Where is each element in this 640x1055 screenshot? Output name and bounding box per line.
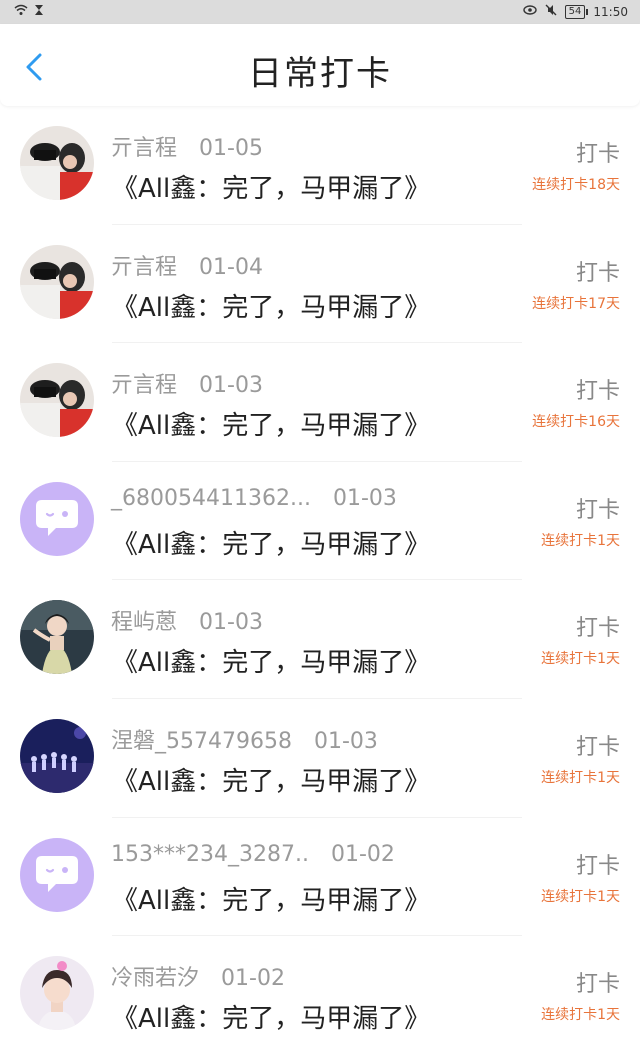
list-item: 亓言程 01-04 《All鑫：完了，马甲漏了》 打卡 连续打卡17天 — [0, 225, 640, 344]
hourglass-icon — [34, 4, 44, 19]
user-name[interactable]: 涅磐_557479658 — [111, 729, 292, 754]
checkin-button[interactable]: 打卡 — [576, 492, 620, 524]
book-title[interactable]: 《All鑫：完了，马甲漏了》 — [112, 168, 430, 205]
item-meta: 153***234_3287.. 01-02 — [111, 842, 395, 867]
status-right: 54 11:50 — [522, 4, 628, 19]
avatar[interactable] — [20, 481, 94, 556]
user-name[interactable]: 亓言程 — [111, 136, 177, 161]
streak-label: 连续打卡1天 — [541, 769, 620, 786]
wifi-icon — [14, 4, 28, 19]
user-name[interactable]: 程屿蒽 — [111, 610, 177, 635]
user-name[interactable]: _680054411362... — [111, 486, 311, 511]
status-bar: 54 11:50 — [0, 0, 640, 24]
clock-time: 11:50 — [593, 4, 628, 19]
book-title[interactable]: 《All鑫：完了，马甲漏了》 — [112, 405, 430, 442]
book-title[interactable]: 《All鑫：完了，马甲漏了》 — [112, 761, 430, 798]
streak-label: 连续打卡1天 — [541, 888, 620, 905]
book-title[interactable]: 《All鑫：完了，马甲漏了》 — [112, 524, 430, 561]
item-meta: 亓言程 01-04 — [111, 249, 263, 281]
item-meta: 亓言程 01-05 — [111, 130, 263, 162]
checkin-date: 01-03 — [199, 610, 263, 636]
avatar[interactable] — [20, 126, 94, 200]
checkin-date: 01-02 — [221, 966, 285, 992]
list-item: 153***234_3287.. 01-02 《All鑫：完了，马甲漏了》 打卡 … — [0, 818, 640, 937]
list-item: 亓言程 01-03 《All鑫：完了，马甲漏了》 打卡 连续打卡16天 — [0, 343, 640, 462]
checkin-button[interactable]: 打卡 — [576, 966, 620, 998]
chat-bubble-icon — [20, 481, 94, 556]
streak-label: 连续打卡1天 — [541, 1007, 620, 1024]
avatar[interactable] — [20, 363, 94, 438]
item-meta: 亓言程 01-03 — [111, 367, 263, 399]
checkin-list: 亓言程 01-05 《All鑫：完了，马甲漏了》 打卡 连续打卡18天 亓言程 01… — [0, 106, 640, 1055]
mute-icon — [545, 4, 557, 19]
checkin-button[interactable]: 打卡 — [576, 373, 620, 405]
avatar[interactable] — [20, 600, 94, 675]
avatar[interactable] — [20, 244, 94, 319]
streak-label: 连续打卡1天 — [541, 532, 620, 549]
avatar[interactable] — [20, 956, 94, 1031]
checkin-button[interactable]: 打卡 — [576, 848, 620, 880]
list-item: _680054411362... 01-03 《All鑫：完了，马甲漏了》 打卡 … — [0, 462, 640, 581]
checkin-date: 01-03 — [313, 728, 378, 754]
list-item: 程屿蒽 01-03 《All鑫：完了，马甲漏了》 打卡 连续打卡1天 — [0, 580, 640, 699]
book-title[interactable]: 《All鑫：完了，马甲漏了》 — [112, 287, 430, 324]
list-item: 涅磐_557479658 01-03 《All鑫：完了，马甲漏了》 打卡 连续打卡… — [0, 699, 640, 818]
avatar[interactable] — [20, 718, 94, 793]
user-name[interactable]: 153***234_3287.. — [111, 842, 309, 867]
header: 日常打卡 — [0, 24, 640, 106]
avatar[interactable] — [20, 837, 94, 912]
list-item: 冷雨若汐 01-02 《All鑫：完了，马甲漏了》 打卡 连续打卡1天 — [0, 936, 640, 1055]
streak-label: 连续打卡17天 — [532, 295, 620, 312]
chat-bubble-icon — [20, 837, 94, 912]
checkin-button[interactable]: 打卡 — [576, 255, 620, 287]
battery-icon: 54 — [564, 4, 589, 19]
item-meta: 程屿蒽 01-03 — [111, 604, 263, 636]
streak-label: 连续打卡18天 — [532, 177, 620, 193]
item-meta: 冷雨若汐 01-02 — [111, 960, 285, 992]
checkin-date: 01-04 — [199, 254, 263, 280]
user-name[interactable]: 亓言程 — [111, 255, 177, 280]
page-title: 日常打卡 — [248, 54, 392, 94]
status-left — [14, 4, 44, 19]
checkin-button[interactable]: 打卡 — [576, 136, 620, 168]
book-title[interactable]: 《All鑫：完了，马甲漏了》 — [112, 642, 430, 679]
book-title[interactable]: 《All鑫：完了，马甲漏了》 — [112, 880, 430, 917]
book-title[interactable]: 《All鑫：完了，马甲漏了》 — [112, 998, 430, 1035]
checkin-date: 01-03 — [199, 373, 263, 399]
item-meta: 涅磐_557479658 01-03 — [111, 723, 378, 755]
streak-label: 连续打卡1天 — [541, 651, 620, 668]
checkin-button[interactable]: 打卡 — [576, 729, 620, 761]
checkin-date: 01-03 — [332, 485, 397, 511]
list-item: 亓言程 01-05 《All鑫：完了，马甲漏了》 打卡 连续打卡18天 — [0, 106, 640, 225]
eye-icon — [522, 4, 537, 19]
user-name[interactable]: 亓言程 — [111, 373, 177, 398]
checkin-date: 01-02 — [330, 841, 395, 867]
streak-label: 连续打卡16天 — [532, 414, 620, 431]
checkin-button[interactable]: 打卡 — [576, 610, 620, 642]
checkin-date: 01-05 — [199, 136, 263, 161]
item-meta: _680054411362... 01-03 — [111, 486, 397, 511]
user-name[interactable]: 冷雨若汐 — [111, 966, 199, 991]
